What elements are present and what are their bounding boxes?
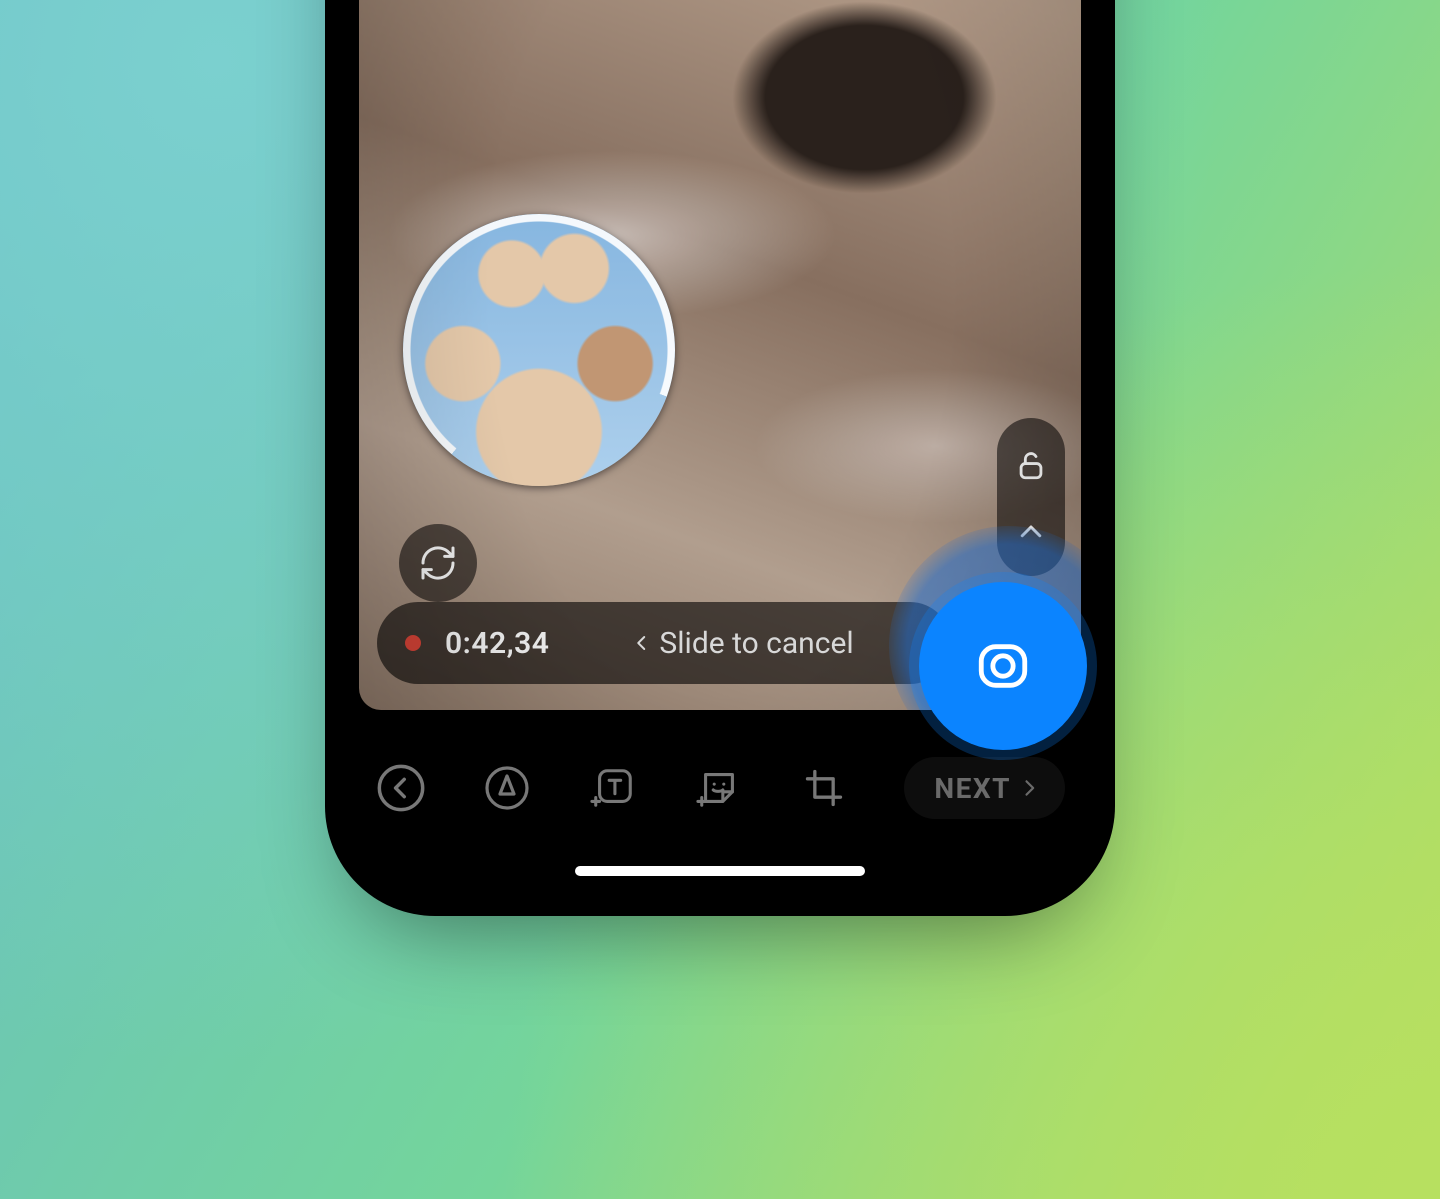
crop-icon	[802, 766, 846, 810]
recording-bar: 0:42,34 Slide to cancel	[377, 602, 951, 684]
chevron-up-icon	[1016, 517, 1046, 547]
pip-progress-ring	[403, 214, 675, 486]
phone-screen: 0:42,34 Slide to cancel	[341, 0, 1099, 900]
lock-slide-capsule[interactable]	[997, 418, 1065, 576]
back-icon	[375, 762, 427, 814]
recording-dot-icon	[405, 635, 421, 651]
draw-icon	[483, 764, 531, 812]
record-button[interactable]	[919, 582, 1087, 750]
slide-to-cancel[interactable]: Slide to cancel	[633, 626, 853, 661]
selfie-pip[interactable]	[403, 214, 675, 486]
camera-flip-icon	[418, 543, 458, 583]
crop-tool[interactable]	[799, 760, 851, 816]
next-label: NEXT	[934, 772, 1011, 805]
camera-capture-icon	[974, 637, 1032, 695]
add-text-tool[interactable]	[587, 760, 639, 816]
slide-to-cancel-label: Slide to cancel	[659, 626, 853, 661]
draw-tool[interactable]	[481, 760, 533, 816]
chevron-right-icon	[1019, 775, 1039, 801]
home-indicator[interactable]	[575, 866, 865, 876]
chevron-left-icon	[633, 629, 651, 657]
lock-open-icon	[1014, 448, 1048, 482]
editor-toolbar: NEXT	[341, 748, 1099, 828]
next-button[interactable]: NEXT	[904, 757, 1065, 819]
add-sticker-icon	[696, 765, 742, 811]
phone-frame: 0:42,34 Slide to cancel	[325, 0, 1115, 916]
recording-timer: 0:42,34	[445, 626, 549, 661]
back-button[interactable]	[375, 760, 427, 816]
add-text-icon	[590, 765, 636, 811]
add-sticker-tool[interactable]	[693, 760, 745, 816]
flip-camera-button[interactable]	[399, 524, 477, 602]
